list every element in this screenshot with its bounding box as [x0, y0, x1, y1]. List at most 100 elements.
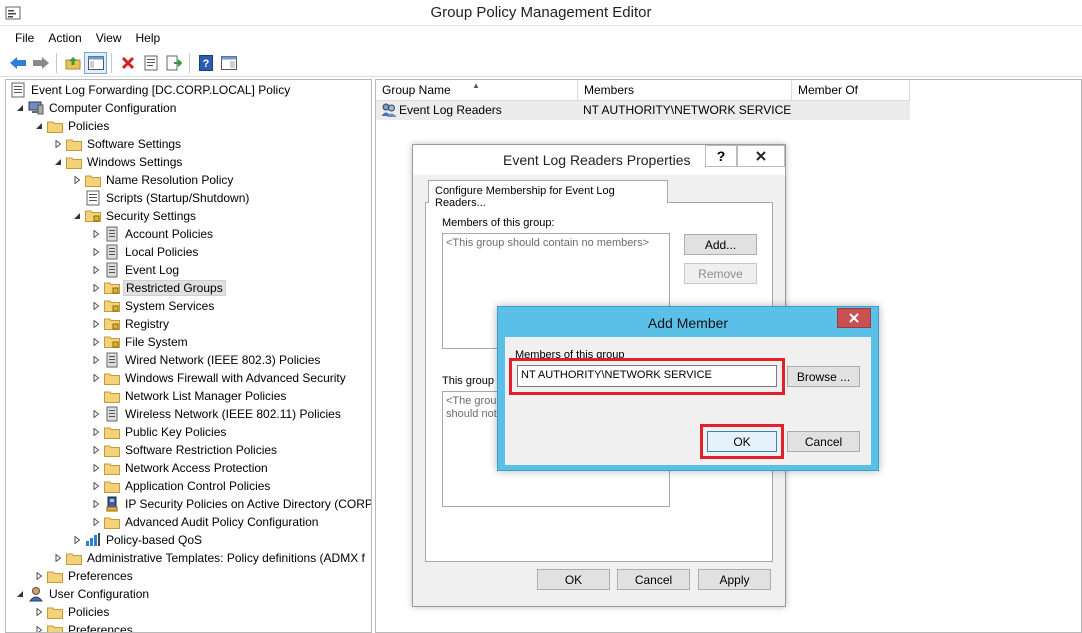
- ok-button[interactable]: OK: [537, 569, 610, 590]
- collapsed-triangle-icon[interactable]: [90, 480, 102, 492]
- locked-folder-icon: [104, 316, 120, 332]
- apply-button[interactable]: Apply: [698, 569, 771, 590]
- help-icon[interactable]: ?: [194, 52, 217, 74]
- tree-item-computer-configuration[interactable]: Computer Configuration: [14, 99, 178, 117]
- tree-item-root[interactable]: Event Log Forwarding [DC.CORP.LOCAL] Pol…: [10, 81, 292, 99]
- tree-item-wireless-network[interactable]: Wireless Network (IEEE 802.11) Policies: [90, 405, 343, 423]
- collapsed-triangle-icon[interactable]: [52, 552, 64, 564]
- collapsed-triangle-icon[interactable]: [33, 606, 45, 618]
- collapsed-triangle-icon[interactable]: [90, 408, 102, 420]
- menu-view[interactable]: View: [89, 29, 129, 47]
- properties-icon[interactable]: [139, 52, 162, 74]
- expanded-triangle-icon[interactable]: [14, 588, 26, 600]
- help-button[interactable]: ?: [705, 145, 737, 167]
- back-icon[interactable]: [6, 52, 29, 74]
- close-button[interactable]: [737, 145, 785, 167]
- up-folder-icon[interactable]: [61, 52, 84, 74]
- tree-item-account-policies[interactable]: Account Policies: [90, 225, 215, 243]
- add-member-button[interactable]: Add...: [684, 234, 757, 255]
- collapsed-triangle-icon[interactable]: [71, 174, 83, 186]
- menu-file[interactable]: File: [8, 29, 41, 47]
- row-members: NT AUTHORITY\NETWORK SERVICE: [583, 103, 792, 117]
- collapsed-triangle-icon[interactable]: [90, 426, 102, 438]
- tree-item-policy-based-qos[interactable]: Policy-based QoS: [71, 531, 204, 549]
- add-member-cancel-button[interactable]: Cancel: [787, 431, 860, 452]
- member-of-placeholder: <The group: [446, 395, 503, 407]
- expanded-triangle-icon[interactable]: [52, 156, 64, 168]
- remove-member-button[interactable]: Remove: [684, 263, 757, 284]
- tree-item-wired-network[interactable]: Wired Network (IEEE 802.3) Policies: [90, 351, 322, 369]
- tree-item-registry[interactable]: Registry: [90, 315, 171, 333]
- tree-item-file-system[interactable]: File System: [90, 333, 190, 351]
- tree-item-application-control[interactable]: Application Control Policies: [90, 477, 272, 495]
- tree-item-software-settings[interactable]: Software Settings: [52, 135, 183, 153]
- collapsed-triangle-icon[interactable]: [52, 138, 64, 150]
- collapsed-triangle-icon[interactable]: [71, 534, 83, 546]
- tree-item-admin-templates[interactable]: Administrative Templates: Policy definit…: [52, 549, 367, 567]
- tree-item-user-preferences[interactable]: Preferences: [33, 621, 135, 632]
- tree-item-policies[interactable]: Policies: [33, 117, 111, 135]
- tree-item-network-list-manager[interactable]: Network List Manager Policies: [104, 387, 288, 405]
- collapsed-triangle-icon[interactable]: [90, 282, 102, 294]
- cancel-button[interactable]: Cancel: [617, 569, 690, 590]
- policy-list-icon: [104, 244, 120, 260]
- collapsed-triangle-icon[interactable]: [90, 264, 102, 276]
- view-icon[interactable]: [217, 52, 240, 74]
- tree-item-windows-firewall[interactable]: Windows Firewall with Advanced Security: [90, 369, 348, 387]
- collapsed-triangle-icon[interactable]: [90, 462, 102, 474]
- tree-item-ip-security[interactable]: IP Security Policies on Active Directory…: [90, 495, 371, 513]
- menu-action[interactable]: Action: [41, 29, 88, 47]
- tree-item-restricted-groups[interactable]: Restricted Groups: [90, 279, 226, 297]
- tree-item-event-log[interactable]: Event Log: [90, 261, 181, 279]
- delete-icon[interactable]: [116, 52, 139, 74]
- tree-item-local-policies[interactable]: Local Policies: [90, 243, 200, 261]
- tree-item-user-configuration[interactable]: User Configuration: [14, 585, 151, 603]
- browse-button[interactable]: Browse ...: [787, 366, 860, 387]
- expanded-triangle-icon[interactable]: [14, 102, 26, 114]
- collapsed-triangle-icon[interactable]: [90, 300, 102, 312]
- collapsed-triangle-icon[interactable]: [33, 570, 45, 582]
- column-header-members[interactable]: Members: [578, 80, 792, 101]
- tree-item-public-key-policies[interactable]: Public Key Policies: [90, 423, 228, 441]
- collapsed-triangle-icon[interactable]: [90, 498, 102, 510]
- collapsed-triangle-icon[interactable]: [90, 444, 102, 456]
- column-header-group-name[interactable]: Group Name ▲: [376, 80, 578, 101]
- sort-ascending-icon: ▲: [472, 81, 480, 90]
- console-tree[interactable]: Event Log Forwarding [DC.CORP.LOCAL] Pol…: [5, 79, 372, 633]
- properties-dialog-titlebar[interactable]: Event Log Readers Properties ?: [413, 145, 785, 175]
- tree-item-windows-settings[interactable]: Windows Settings: [52, 153, 184, 171]
- member-of-label: This group is: [442, 375, 505, 387]
- collapsed-triangle-icon[interactable]: [90, 336, 102, 348]
- column-header-member-of[interactable]: Member Of: [792, 80, 910, 101]
- tree-item-system-services[interactable]: System Services: [90, 297, 216, 315]
- add-member-close-button[interactable]: [837, 308, 871, 328]
- export-list-icon[interactable]: [162, 52, 185, 74]
- table-row[interactable]: Event Log Readers NT AUTHORITY\NETWORK S…: [376, 101, 910, 120]
- menu-help[interactable]: Help: [129, 29, 168, 47]
- collapsed-triangle-icon[interactable]: [90, 354, 102, 366]
- tree-item-name-resolution-policy[interactable]: Name Resolution Policy: [71, 171, 235, 189]
- tree-item-preferences[interactable]: Preferences: [33, 567, 135, 585]
- show-hide-tree-icon[interactable]: [84, 51, 107, 74]
- collapsed-triangle-icon[interactable]: [90, 372, 102, 384]
- forward-icon[interactable]: [29, 52, 52, 74]
- expanded-triangle-icon[interactable]: [71, 210, 83, 222]
- tree-item-network-access-protection[interactable]: Network Access Protection: [90, 459, 270, 477]
- folder-icon: [47, 604, 63, 620]
- tab-configure-membership[interactable]: Configure Membership for Event Log Reade…: [428, 180, 668, 209]
- collapsed-triangle-icon[interactable]: [90, 228, 102, 240]
- collapsed-triangle-icon[interactable]: [90, 246, 102, 258]
- tree-item-software-restriction[interactable]: Software Restriction Policies: [90, 441, 279, 459]
- collapsed-triangle-icon[interactable]: [90, 516, 102, 528]
- input-highlight-box: [509, 358, 785, 395]
- tree-item-advanced-audit[interactable]: Advanced Audit Policy Configuration: [90, 513, 320, 531]
- expanded-triangle-icon[interactable]: [33, 120, 45, 132]
- collapsed-triangle-icon[interactable]: [90, 318, 102, 330]
- toolbar-separator: [189, 52, 190, 73]
- tree-item-user-policies[interactable]: Policies: [33, 603, 111, 621]
- tree-item-security-settings[interactable]: Security Settings: [71, 207, 198, 225]
- collapsed-triangle-icon[interactable]: [33, 624, 45, 632]
- close-icon: [849, 313, 859, 323]
- tree-item-scripts[interactable]: Scripts (Startup/Shutdown): [85, 189, 251, 207]
- locked-folder-icon: [104, 298, 120, 314]
